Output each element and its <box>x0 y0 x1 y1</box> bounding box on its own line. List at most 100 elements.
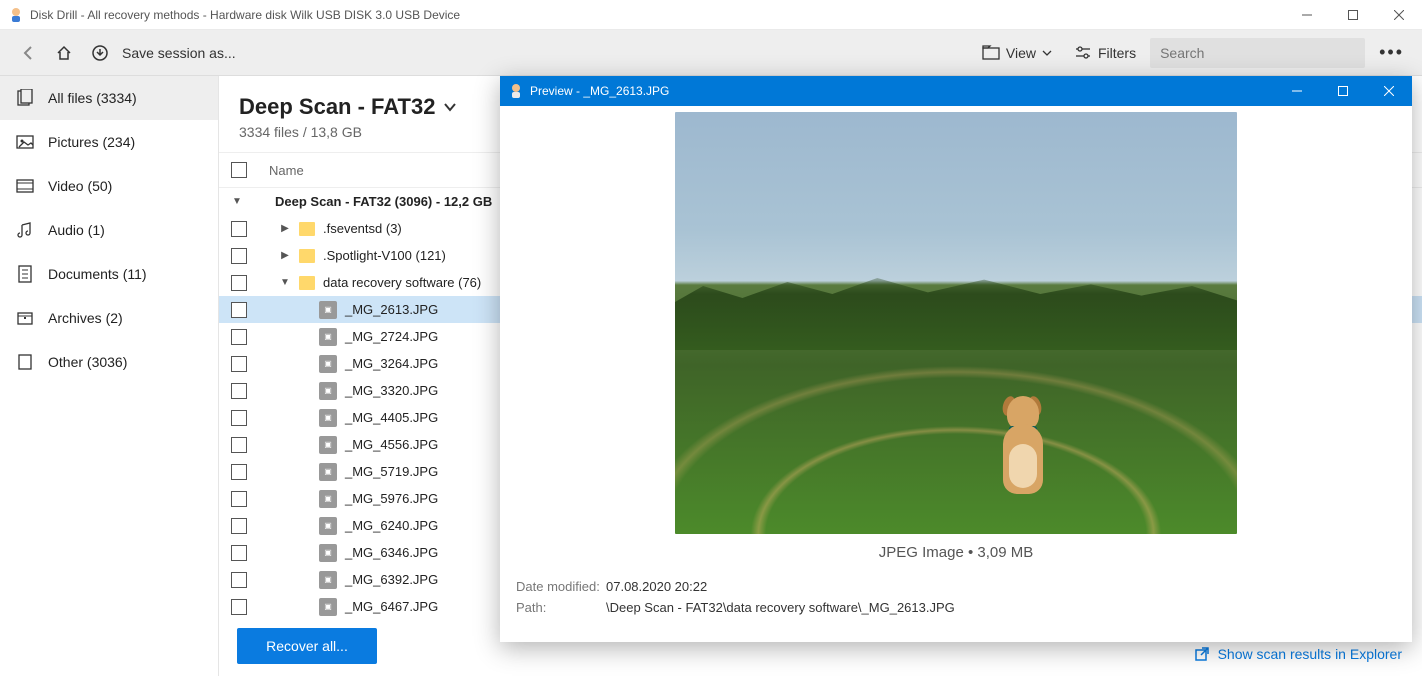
sidebar-item-other[interactable]: Other (3036) <box>0 340 218 384</box>
collapse-icon[interactable]: ▼ <box>279 277 291 288</box>
file-label: _MG_3264.JPG <box>345 356 438 371</box>
date-modified-label: Date modified: <box>516 579 606 594</box>
file-label: _MG_6240.JPG <box>345 518 438 533</box>
search-input[interactable] <box>1150 38 1365 68</box>
checkbox[interactable] <box>231 275 247 291</box>
app-icon <box>8 7 24 23</box>
sidebar-item-video[interactable]: Video (50) <box>0 164 218 208</box>
sidebar-item-archives[interactable]: Archives (2) <box>0 296 218 340</box>
collapse-icon[interactable]: ▼ <box>231 196 243 207</box>
image-file-icon: ▣ <box>319 355 337 373</box>
documents-icon <box>16 265 34 283</box>
preview-close-button[interactable] <box>1366 76 1412 106</box>
sidebar-item-documents[interactable]: Documents (11) <box>0 252 218 296</box>
preview-maximize-button[interactable] <box>1320 76 1366 106</box>
recover-all-button[interactable]: Recover all... <box>237 628 377 664</box>
checkbox[interactable] <box>231 356 247 372</box>
file-label: _MG_6467.JPG <box>345 599 438 614</box>
expand-icon[interactable]: ▶ <box>279 250 291 261</box>
image-file-icon: ▣ <box>319 544 337 562</box>
file-label: _MG_5976.JPG <box>345 491 438 506</box>
date-modified-value: 07.08.2020 20:22 <box>606 579 707 594</box>
sliders-icon <box>1074 46 1092 60</box>
preview-image <box>675 112 1237 534</box>
column-name-header[interactable]: Name <box>259 163 304 178</box>
image-file-icon: ▣ <box>319 598 337 616</box>
sidebar-item-label: Audio (1) <box>48 222 105 238</box>
back-button[interactable] <box>10 35 46 71</box>
file-label: _MG_4556.JPG <box>345 437 438 452</box>
save-session-icon[interactable] <box>82 35 118 71</box>
file-label: _MG_6346.JPG <box>345 545 438 560</box>
checkbox[interactable] <box>231 302 247 318</box>
folder-icon <box>299 276 315 290</box>
filters-label: Filters <box>1098 45 1136 61</box>
chevron-down-icon <box>443 102 457 112</box>
file-label: _MG_3320.JPG <box>345 383 438 398</box>
path-label: Path: <box>516 600 606 615</box>
file-label: _MG_6392.JPG <box>345 572 438 587</box>
checkbox[interactable] <box>231 248 247 264</box>
file-label: _MG_5719.JPG <box>345 464 438 479</box>
archives-icon <box>16 309 34 327</box>
sidebar-item-all-files[interactable]: All files (3334) <box>0 76 218 120</box>
app-icon <box>508 83 524 99</box>
image-file-icon: ▣ <box>319 382 337 400</box>
home-button[interactable] <box>46 35 82 71</box>
file-label: _MG_2724.JPG <box>345 329 438 344</box>
window-maximize-button[interactable] <box>1330 0 1376 30</box>
show-in-explorer-link[interactable]: Show scan results in Explorer <box>1194 646 1402 662</box>
checkbox[interactable] <box>231 491 247 507</box>
sidebar-item-label: Video (50) <box>48 178 112 194</box>
file-label: _MG_2613.JPG <box>345 302 438 317</box>
image-file-icon: ▣ <box>319 517 337 535</box>
folder-label: .Spotlight-V100 (121) <box>323 248 446 263</box>
checkbox[interactable] <box>231 383 247 399</box>
audio-icon <box>16 221 34 239</box>
filters-button[interactable]: Filters <box>1066 39 1144 67</box>
window-titlebar: Disk Drill - All recovery methods - Hard… <box>0 0 1422 30</box>
sidebar-item-label: Archives (2) <box>48 310 123 326</box>
sidebar-item-label: Other (3036) <box>48 354 127 370</box>
checkbox[interactable] <box>231 599 247 615</box>
select-all-checkbox[interactable] <box>231 162 247 178</box>
sidebar-item-pictures[interactable]: Pictures (234) <box>0 120 218 164</box>
expand-icon[interactable]: ▶ <box>279 223 291 234</box>
folder-icon <box>299 249 315 263</box>
checkbox[interactable] <box>231 437 247 453</box>
checkbox[interactable] <box>231 329 247 345</box>
sidebar-item-label: Pictures (234) <box>48 134 135 150</box>
image-file-icon: ▣ <box>319 409 337 427</box>
file-label: _MG_4405.JPG <box>345 410 438 425</box>
files-icon <box>16 89 34 107</box>
checkbox[interactable] <box>231 410 247 426</box>
window-minimize-button[interactable] <box>1284 0 1330 30</box>
image-file-icon: ▣ <box>319 436 337 454</box>
folder-label: data recovery software (76) <box>323 275 481 290</box>
image-file-icon: ▣ <box>319 490 337 508</box>
path-value: \Deep Scan - FAT32\data recovery softwar… <box>606 600 955 615</box>
toolbar: Save session as... View Filters ••• <box>0 30 1422 76</box>
preview-caption: JPEG Image • 3,09 MB <box>879 544 1033 561</box>
chevron-down-icon <box>1042 50 1052 56</box>
window-title: Disk Drill - All recovery methods - Hard… <box>30 8 1284 22</box>
image-file-icon: ▣ <box>319 301 337 319</box>
sidebar-item-label: All files (3334) <box>48 90 137 106</box>
more-button[interactable]: ••• <box>1371 42 1412 63</box>
checkbox[interactable] <box>231 464 247 480</box>
save-session-label[interactable]: Save session as... <box>122 45 236 61</box>
other-icon <box>16 353 34 371</box>
view-dropdown[interactable]: View <box>974 39 1060 67</box>
checkbox[interactable] <box>231 518 247 534</box>
image-file-icon: ▣ <box>319 571 337 589</box>
sidebar-item-label: Documents (11) <box>48 266 147 282</box>
view-label: View <box>1006 45 1036 61</box>
checkbox[interactable] <box>231 572 247 588</box>
sidebar-item-audio[interactable]: Audio (1) <box>0 208 218 252</box>
window-close-button[interactable] <box>1376 0 1422 30</box>
folder-icon <box>982 45 1000 61</box>
checkbox[interactable] <box>231 221 247 237</box>
checkbox[interactable] <box>231 545 247 561</box>
image-file-icon: ▣ <box>319 328 337 346</box>
preview-minimize-button[interactable] <box>1274 76 1320 106</box>
